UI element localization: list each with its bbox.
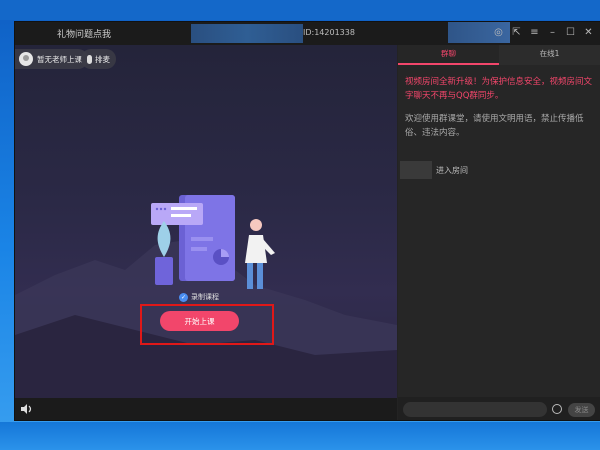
settings-icon[interactable]: ◎ [492, 26, 505, 40]
minimize-icon[interactable]: – [546, 26, 559, 40]
maximize-icon[interactable]: ☐ [564, 26, 577, 40]
emoji-icon[interactable] [552, 404, 562, 414]
classroom-window: 礼物问题点我 ID:14201338 ◎ ⇱ ≡ – ☐ ✕ 暂无老师上课 排麦 [14, 21, 600, 421]
tab-group-chat[interactable]: 群聊 [398, 45, 499, 65]
tab-online[interactable]: 在线1 [499, 45, 600, 65]
stage-bottom-bar [15, 398, 397, 420]
title-bar[interactable]: 礼物问题点我 ID:14201338 ◎ ⇱ ≡ – ☐ ✕ [15, 22, 600, 45]
classroom-illustration-icon [151, 195, 275, 289]
mic-icon [87, 54, 92, 64]
menu-icon[interactable]: ≡ [528, 26, 541, 40]
blurred-region [191, 24, 303, 43]
teacher-status[interactable]: 暂无老师上课 [15, 49, 88, 69]
teacher-label: 暂无老师上课 [37, 54, 82, 64]
popout-icon[interactable]: ⇱ [510, 26, 523, 40]
record-course-toggle[interactable]: ✓ 录制课程 [179, 292, 219, 302]
mic-label: 排麦 [95, 54, 110, 64]
chat-input[interactable] [403, 402, 547, 417]
highlight-box [140, 304, 274, 345]
send-button[interactable]: 发送 [568, 403, 595, 417]
close-icon[interactable]: ✕ [582, 26, 595, 40]
check-icon: ✓ [179, 292, 188, 302]
desktop-bottom [0, 422, 600, 450]
avatar [19, 52, 33, 66]
chat-input-area: 发送 [398, 397, 600, 420]
video-stage: 暂无老师上课 排麦 ✓ 录制课程 开始上课 [15, 45, 397, 398]
window-title[interactable]: 礼物问题点我 [57, 27, 111, 40]
room-id: ID:14201338 [303, 28, 355, 37]
sidebar-tabs: 群聊 在线1 [398, 45, 600, 65]
system-notice: 视频房间全新升级！为保护信息安全，视频房间文字聊天不再与QQ群同步。 [405, 77, 593, 101]
record-label: 录制课程 [191, 293, 219, 301]
welcome-message: 欢迎使用群课堂，请使用文明用语，禁止传播低俗、违法内容。 [405, 114, 584, 138]
chat-sidebar: 群聊 在线1 视频房间全新升级！为保护信息安全，视频房间文字聊天不再与QQ群同步… [398, 45, 600, 420]
desktop-top [0, 0, 600, 20]
blurred-username [400, 161, 432, 179]
mic-queue-button[interactable]: 排麦 [81, 49, 116, 69]
enter-room-message: 进入房间 [436, 166, 468, 175]
window-controls: ◎ ⇱ ≡ – ☐ ✕ [492, 26, 595, 40]
speaker-icon[interactable] [21, 404, 33, 414]
